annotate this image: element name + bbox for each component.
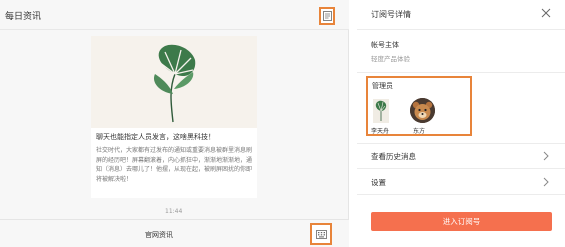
chat-header: 每日资讯 <box>0 0 349 30</box>
bear-avatar-icon[interactable] <box>410 98 435 123</box>
chat-footer: 官网资讯 <box>0 219 349 247</box>
divider <box>357 72 565 73</box>
owner-label: 帐号主体 <box>371 41 399 49</box>
admins-section: 管理员 李天舟 东方 <box>366 76 472 136</box>
article-title: 聊天也能指定人员发言，这啥黑科技！ <box>96 133 215 141</box>
chat-title: 每日资讯 <box>5 12 42 22</box>
enter-subscription-button[interactable]: 进入订阅号 <box>371 212 552 231</box>
settings-row[interactable]: 设置 <box>357 169 565 195</box>
article-cover-image <box>91 36 257 128</box>
divider <box>357 194 565 195</box>
divider <box>357 29 565 30</box>
plant-avatar-icon[interactable] <box>373 99 389 123</box>
admins-label: 管理员 <box>372 82 393 90</box>
account-details-button[interactable] <box>319 7 335 25</box>
owner-value: 轻度产品体验 <box>371 55 410 63</box>
admin-name: 李天舟 <box>371 128 390 135</box>
keyboard-toggle-button[interactable] <box>310 223 332 245</box>
details-title: 订阅号详情 <box>371 10 411 19</box>
details-panel: 订阅号详情 帐号主体 轻度产品体验 管理员 李天舟 东方 查看历史消息 设置 进… <box>357 0 565 247</box>
chevron-right-icon <box>543 177 549 187</box>
menu-official-news[interactable]: 官网资讯 <box>145 230 173 240</box>
article-card[interactable]: 聊天也能指定人员发言，这啥黑科技！ 社交时代，大家都有过发布的通知或重要消息被群… <box>91 36 257 198</box>
keyboard-icon <box>315 229 327 239</box>
history-messages-row[interactable]: 查看历史消息 <box>357 143 565 169</box>
chevron-right-icon <box>543 151 549 161</box>
close-icon[interactable] <box>541 8 551 18</box>
history-messages-label: 查看历史消息 <box>371 152 416 161</box>
article-summary: 社交时代，大家都有过发布的通知或重要消息被群里消息刷屏的经历吧！屏幕翻滚着，内心… <box>96 147 253 183</box>
admin-name: 东方 <box>413 128 426 135</box>
message-timestamp: 11:44 <box>165 208 183 215</box>
chat-panel: 每日资讯 聊天也能指定人员发言，这啥黑科技！ 社交时代，大家都有过发布的通知或重… <box>0 0 349 247</box>
settings-label: 设置 <box>371 178 386 187</box>
document-icon <box>322 11 332 21</box>
